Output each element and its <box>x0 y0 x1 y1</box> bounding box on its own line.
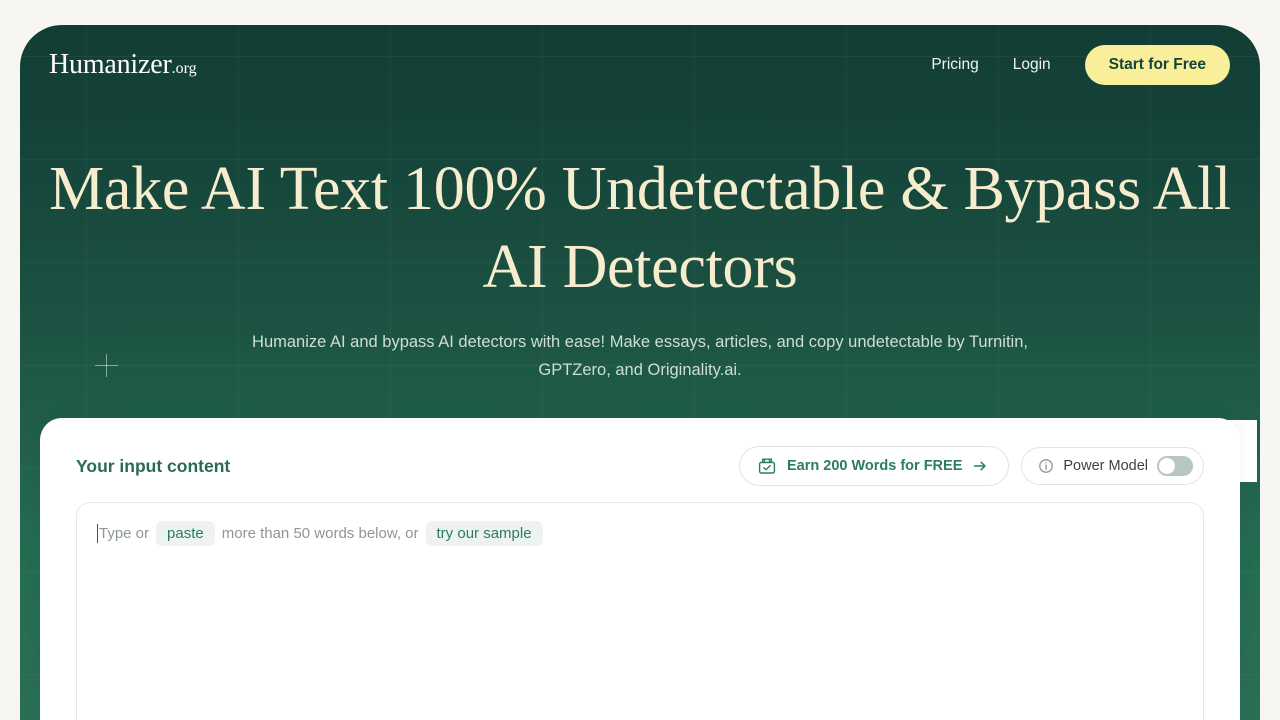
power-model-control[interactable]: Power Model <box>1021 447 1204 485</box>
editor-placeholder-row: Type or paste more than 50 words below, … <box>97 521 1183 546</box>
input-content-card: Your input content Earn 200 Words for FR… <box>40 418 1240 720</box>
card-header: Your input content Earn 200 Words for FR… <box>40 418 1240 490</box>
site-header: Humanizer .org Pricing Login Start for Fr… <box>20 25 1260 105</box>
card-title: Your input content <box>76 455 231 476</box>
card-actions: Earn 200 Words for FREE Power Model <box>738 446 1204 486</box>
earn-words-label: Earn 200 Words for FREE <box>786 458 963 474</box>
nav-link-login[interactable]: Login <box>1013 56 1051 74</box>
power-model-toggle[interactable] <box>1157 456 1193 476</box>
placeholder-prefix: Type or <box>99 525 150 542</box>
try-sample-chip[interactable]: try our sample <box>425 521 543 546</box>
arrow-right-icon <box>972 458 988 474</box>
power-model-label: Power Model <box>1063 458 1148 474</box>
gift-check-icon <box>757 456 777 476</box>
nav-link-pricing[interactable]: Pricing <box>931 56 978 74</box>
hero-text-block: Make AI Text 100% Undetectable & Bypass … <box>20 150 1260 384</box>
text-caret <box>97 524 98 543</box>
page-headline: Make AI Text 100% Undetectable & Bypass … <box>49 155 1231 301</box>
placeholder-middle: more than 50 words below, or <box>221 525 419 542</box>
paste-chip[interactable]: paste <box>156 521 215 546</box>
logo-text: Humanizer <box>49 49 172 80</box>
earn-words-button[interactable]: Earn 200 Words for FREE <box>738 446 1010 486</box>
content-editor[interactable]: Type or paste more than 50 words below, … <box>76 502 1204 720</box>
page-subheadline: Humanize AI and bypass AI detectors with… <box>252 333 1028 379</box>
start-for-free-button[interactable]: Start for Free <box>1084 45 1230 85</box>
site-logo[interactable]: Humanizer .org <box>49 49 197 81</box>
main-navigation: Pricing Login Start for Free <box>931 45 1230 85</box>
info-circle-icon[interactable] <box>1038 458 1054 474</box>
logo-suffix: .org <box>171 60 197 77</box>
